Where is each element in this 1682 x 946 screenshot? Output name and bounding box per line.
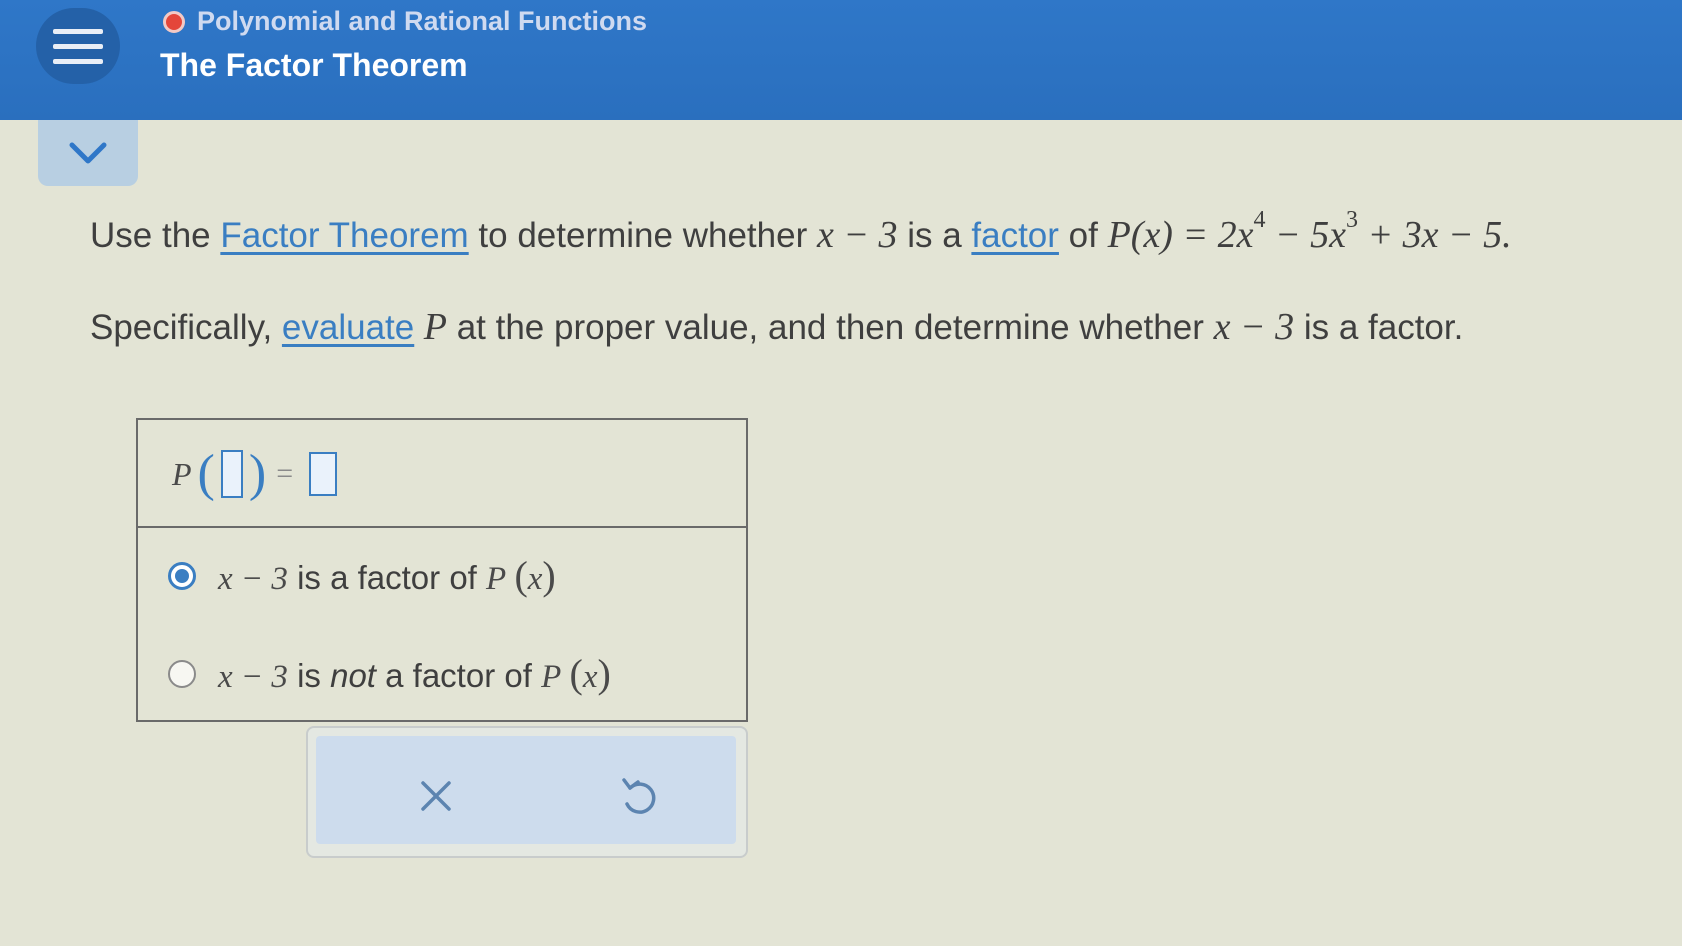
question-line-2: Specifically, evaluate P at the proper v… [90,305,1463,349]
option-not-factor-label: x − 3 is not a factor of P (x) [218,650,611,697]
topic-title: Polynomial and Rational Functions [197,6,648,36]
evaluation-row: P ( ) = [138,420,746,528]
option-not-factor[interactable]: x − 3 is not a factor of P (x) [168,650,611,697]
close-paren: ) [248,445,267,502]
option-not-emphasis: not [330,657,376,694]
option-text: is [287,657,331,694]
func-p: P [541,659,562,695]
clear-button[interactable] [406,766,466,826]
eval-function-label: P [172,455,192,492]
radio-is-factor[interactable] [168,561,196,590]
action-panel-inner [316,736,736,844]
evaluation-expression: P ( ) = [172,445,338,502]
topic-status-icon [163,10,185,33]
close-icon [421,781,451,811]
factor-link[interactable]: factor [971,216,1059,255]
question-text: to determine whether [468,216,817,255]
math-expression: x − 3 [817,214,898,256]
hamburger-icon-line [53,28,103,34]
paren: ) [542,553,556,598]
paren: ( [569,651,583,696]
undo-icon [622,778,656,814]
opt-expr: x − 3 [218,561,288,597]
hamburger-icon-line [53,58,103,64]
hamburger-menu-button[interactable] [36,8,120,84]
factor-theorem-link[interactable]: Factor Theorem [220,216,468,255]
equals-sign: = [276,457,294,490]
opt-expr: x − 3 [218,659,288,695]
math-var: P [414,306,447,348]
math-expression: x − 3 [1214,306,1295,348]
chevron-down-icon [69,142,107,164]
expr-x-minus-3: x − 3 [1213,306,1295,348]
topic-row: Polynomial and Rational Functions [163,6,647,37]
func-p: P [486,561,507,597]
question-text: at the proper value, and then determine … [446,308,1214,347]
option-text: a factor of [375,657,542,694]
undo-button[interactable] [608,766,668,826]
paren: ) [597,651,611,696]
option-text: is a factor of [287,559,487,596]
result-value-input[interactable] [309,452,338,496]
hamburger-icon-line [53,43,103,49]
poly-part: + 3x − 5. [1358,214,1512,256]
lesson-title: The Factor Theorem [160,47,468,83]
question-text: is a factor. [1294,308,1464,347]
opt-func: P (x) [486,553,556,598]
opt-func: P (x) [541,651,611,696]
expr-x-minus-3: x − 3 [218,561,288,597]
polynomial-expression: P(x) = 2x4 − 5x3 + 3x − 5. [1107,207,1512,256]
action-panel [306,726,748,858]
var-x: x [527,561,543,597]
poly-part: − 5x [1265,214,1346,256]
expr-x-minus-3: x − 3 [816,214,898,256]
option-is-factor-label: x − 3 is a factor of P (x) [218,552,556,599]
open-paren: ( [197,445,215,502]
evaluate-link[interactable]: evaluate [282,308,414,347]
question-text: Use the [90,216,221,255]
question-line-1: Use the Factor Theorem to determine whet… [90,207,1512,257]
paren: ( [514,553,528,598]
expr-x-minus-3: x − 3 [218,659,288,695]
collapse-button[interactable] [38,120,138,186]
var-p: P [414,306,447,348]
x-value-input[interactable] [220,450,243,498]
radio-not-factor[interactable] [168,659,196,688]
exponent: 4 [1253,207,1266,234]
answer-panel: P ( ) = x − 3 is a factor of P (x) x − 3… [136,418,748,722]
header-bar: Polynomial and Rational Functions The Fa… [0,0,1682,120]
question-text: of [1058,216,1108,255]
poly-part: P(x) = 2x [1107,214,1254,256]
exponent: 3 [1346,207,1358,234]
question-text: is a [897,216,972,255]
option-is-factor[interactable]: x − 3 is a factor of P (x) [168,552,556,599]
question-text: Specifically, [90,308,282,347]
var-x: x [582,659,598,695]
